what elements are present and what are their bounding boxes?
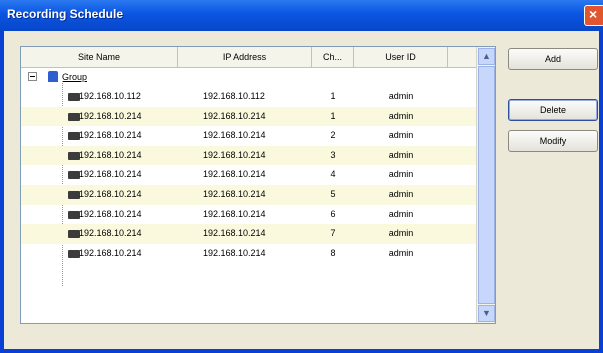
ip-address-cell: 192.168.10.214 [203, 130, 266, 141]
modify-button[interactable]: Modify [508, 130, 598, 152]
scroll-up-button[interactable]: ▲ [478, 48, 495, 65]
channel-cell: 1 [330, 91, 336, 101]
ip-address-cell: 192.168.10.214 [203, 188, 266, 199]
site-name-cell: 192.168.10.214 [79, 247, 142, 258]
channel-cell: 4 [330, 169, 336, 180]
site-name-cell: 192.168.10.214 [79, 130, 142, 141]
user-id-cell: admin [388, 91, 414, 101]
site-name-cell: 192.168.10.214 [79, 228, 142, 239]
channel-cell: 3 [330, 149, 336, 160]
user-id-cell: admin [388, 110, 414, 121]
ip-address-cell: 192.168.10.214 [203, 110, 266, 121]
user-id-cell: admin [388, 208, 414, 219]
user-id-cell: admin [388, 130, 414, 141]
column-header-channel[interactable]: Ch... [312, 47, 354, 67]
table-header: Site Name IP Address Ch... User ID [21, 47, 476, 68]
scroll-thumb[interactable] [478, 66, 495, 304]
table-row[interactable]: 192.168.10.214 192.168.10.214 8 admin [21, 244, 476, 264]
channel-cell: 6 [330, 208, 336, 219]
channel-cell: 1 [330, 110, 336, 121]
group-icon [48, 71, 58, 82]
vertical-scrollbar[interactable]: ▲ ▼ [476, 47, 495, 323]
ip-address-cell: 192.168.10.214 [203, 208, 266, 219]
window-title: Recording Schedule [7, 7, 124, 21]
scroll-down-button[interactable]: ▼ [478, 305, 495, 322]
site-name-cell: 192.168.10.112 [79, 91, 141, 101]
site-name-cell: 192.168.10.214 [79, 188, 142, 199]
site-name-cell: 192.168.10.214 [79, 208, 142, 219]
add-button[interactable]: Add [508, 48, 598, 70]
table-row[interactable]: 192.168.10.214 192.168.10.214 5 admin [21, 184, 476, 205]
delete-button[interactable]: Delete [508, 99, 598, 121]
user-id-cell: admin [388, 247, 414, 258]
ip-address-cell: 192.168.10.214 [203, 247, 266, 258]
channel-cell: 8 [330, 247, 336, 258]
site-list-table: Site Name IP Address Ch... User ID Group… [20, 46, 496, 324]
column-header-ip-address[interactable]: IP Address [178, 47, 312, 67]
column-header-user-id[interactable]: User ID [354, 47, 448, 67]
table-row[interactable]: 192.168.10.214 192.168.10.214 4 admin [21, 165, 476, 185]
user-id-cell: admin [388, 228, 414, 239]
channel-cell: 5 [330, 188, 336, 199]
table-row[interactable]: 192.168.10.214 192.168.10.214 2 admin [21, 126, 476, 146]
ip-address-cell: 192.168.10.214 [203, 169, 266, 180]
group-label[interactable]: Group [62, 68, 87, 88]
channel-cell: 7 [330, 228, 336, 239]
table-body: 192.168.10.112 192.168.10.112 1 admin 19… [21, 87, 476, 263]
table-row[interactable]: 192.168.10.214 192.168.10.214 7 admin [21, 224, 476, 244]
chevron-up-icon: ▲ [482, 51, 491, 61]
ip-address-cell: 192.168.10.214 [203, 228, 266, 239]
site-name-cell: 192.168.10.214 [79, 149, 142, 160]
user-id-cell: admin [388, 188, 414, 199]
user-id-cell: admin [388, 169, 414, 180]
ip-address-cell: 192.168.10.214 [203, 149, 266, 160]
chevron-down-icon: ▼ [482, 308, 491, 318]
collapse-icon[interactable] [28, 72, 37, 81]
channel-cell: 2 [330, 130, 336, 141]
column-header-site-name[interactable]: Site Name [21, 47, 178, 67]
user-id-cell: admin [388, 149, 414, 160]
close-button[interactable]: × [584, 5, 603, 26]
table-row[interactable]: 192.168.10.214 192.168.10.214 3 admin [21, 145, 476, 166]
site-name-cell: 192.168.10.214 [79, 110, 142, 121]
table-row[interactable]: 192.168.10.112 192.168.10.112 1 admin [21, 87, 476, 107]
close-icon: × [589, 6, 598, 22]
table-row[interactable]: 192.168.10.214 192.168.10.214 6 admin [21, 205, 476, 225]
table-row[interactable]: 192.168.10.214 192.168.10.214 1 admin [21, 106, 476, 127]
site-name-cell: 192.168.10.214 [79, 169, 142, 180]
title-bar[interactable]: Recording Schedule × [0, 0, 603, 31]
ip-address-cell: 192.168.10.112 [203, 91, 265, 101]
